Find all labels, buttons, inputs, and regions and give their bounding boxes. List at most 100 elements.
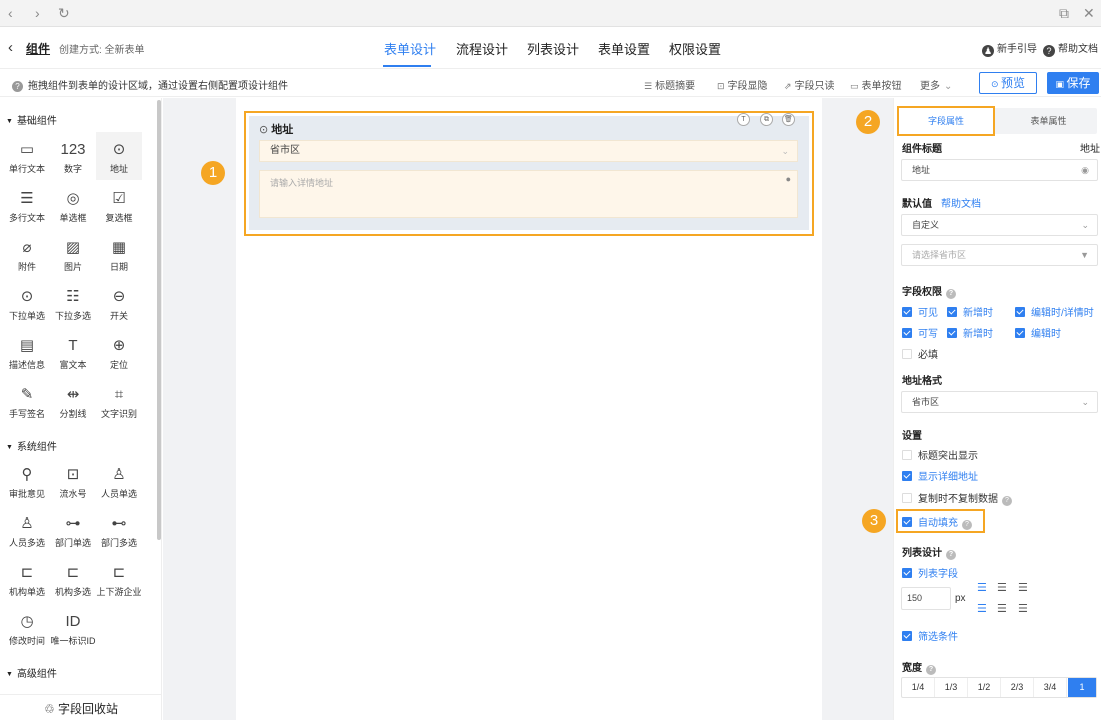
perm-writable-new-checkbox[interactable]: 新增时	[947, 325, 993, 340]
component-basic-0[interactable]: ▭ 单行文本	[4, 132, 50, 180]
width-option[interactable]: 2/3	[1001, 678, 1034, 697]
guide-link[interactable]: ♟ 新手引导	[982, 40, 1037, 57]
left-scrollbar[interactable]	[157, 100, 161, 540]
component-label: 上下游企业	[96, 587, 142, 597]
delete-field-icon[interactable]: 🗑	[782, 113, 795, 126]
component-system-1[interactable]: ⊡ 流水号	[50, 457, 96, 505]
save-button[interactable]: ▣ 保存	[1047, 72, 1099, 94]
recycle-bin-button[interactable]: ♲ 字段回收站	[0, 694, 162, 720]
no-copy-checkbox[interactable]: 复制时不复制数据?	[902, 490, 1012, 506]
detail-address-textarea[interactable]: 请输入详情地址 ●	[259, 170, 798, 218]
field-readonly-button[interactable]: ⇗ 字段只读	[784, 77, 835, 92]
component-label: 图片	[63, 262, 82, 272]
component-basic-11[interactable]: ⊖ 开关	[96, 279, 142, 327]
component-basic-12[interactable]: ▤ 描述信息	[4, 328, 50, 376]
form-buttons-button[interactable]: ▭ 表单按钮	[850, 77, 902, 92]
tab-field-properties[interactable]: 字段属性	[897, 106, 995, 136]
back-arrow-icon[interactable]: ‹	[8, 39, 13, 56]
help-doc-link[interactable]: 帮助文档	[941, 195, 981, 210]
highlight-title-checkbox[interactable]: 标题突出显示	[902, 447, 978, 462]
width-option[interactable]: 1/3	[935, 678, 968, 697]
component-system-7[interactable]: ⊏ 机构多选	[50, 555, 96, 603]
text-tool-icon[interactable]: T	[737, 113, 750, 126]
component-basic-16[interactable]: ⇹ 分割线	[50, 377, 96, 425]
component-basic-8[interactable]: ▦ 日期	[96, 230, 142, 278]
copy-field-icon[interactable]: ⧉	[760, 113, 773, 126]
component-system-5[interactable]: ⊷ 部门多选	[96, 506, 142, 554]
component-system-6[interactable]: ⊏ 机构单选	[4, 555, 50, 603]
component-basic-15[interactable]: ✎ 手写签名	[4, 377, 50, 425]
browser-reload-icon[interactable]: ↻	[58, 5, 70, 21]
settings-label: 设置	[902, 431, 922, 442]
window-close-icon[interactable]: ✕	[1083, 5, 1095, 21]
tab-flow-design[interactable]: 流程设计	[456, 39, 508, 58]
component-system-3[interactable]: ♙ 人员多选	[4, 506, 50, 554]
perm-edit-detail-checkbox[interactable]: 编辑时/详情时	[1015, 304, 1094, 319]
header-align-left-icon[interactable]: ☰	[977, 602, 987, 615]
eye-icon[interactable]: ◉	[1081, 160, 1089, 180]
component-basic-17[interactable]: ⌗ 文字识别	[96, 377, 142, 425]
perm-visible-checkbox[interactable]: 可见	[902, 304, 938, 319]
region-select[interactable]: 省市区 ⌄	[259, 140, 798, 162]
preview-button[interactable]: ⊙ 预览	[979, 72, 1037, 94]
more-dropdown[interactable]: 更多 ⌄	[920, 77, 952, 92]
column-width-input[interactable]: 150	[901, 587, 951, 610]
component-system-8[interactable]: ⊏ 上下游企业	[96, 555, 142, 603]
perm-writable-checkbox[interactable]: 可写	[902, 325, 938, 340]
component-icon: ✎	[20, 386, 34, 403]
tab-permission-settings[interactable]: 权限设置	[669, 39, 721, 58]
browser-back-icon[interactable]: ‹	[8, 5, 13, 21]
section-advanced[interactable]: ▼ 高级组件	[6, 665, 57, 680]
filter-checkbox[interactable]: 筛选条件	[902, 628, 958, 643]
page-title[interactable]: 组件	[26, 40, 50, 57]
title-summary-button[interactable]: ☰ 标题摘要	[644, 77, 695, 92]
width-option[interactable]: 1/2	[968, 678, 1001, 697]
section-system[interactable]: ▼ 系统组件	[6, 438, 57, 453]
section-basic[interactable]: ▼ 基础组件	[6, 112, 57, 127]
component-system-2[interactable]: ♙ 人员单选	[96, 457, 142, 505]
perm-edit-checkbox[interactable]: 编辑时	[1015, 325, 1061, 340]
component-basic-1[interactable]: 123 数字	[50, 132, 96, 180]
browser-forward-icon[interactable]: ›	[35, 5, 40, 21]
tab-list-design[interactable]: 列表设计	[527, 39, 579, 58]
align-left-icon[interactable]: ☰	[977, 581, 987, 594]
width-option[interactable]: 1/4	[902, 678, 935, 697]
width-option[interactable]: 3/4	[1034, 678, 1067, 697]
default-region-select[interactable]: 请选择省市区 ▼	[901, 244, 1098, 266]
component-basic-13[interactable]: T 富文本	[50, 328, 96, 376]
header-align-center-icon[interactable]: ☰	[997, 602, 1007, 615]
component-basic-5[interactable]: ☑ 复选框	[96, 181, 142, 229]
component-basic-3[interactable]: ☰ 多行文本	[4, 181, 50, 229]
component-system-0[interactable]: ⚲ 审批意见	[4, 457, 50, 505]
format-select[interactable]: 省市区 ⌄	[901, 391, 1098, 413]
component-system-10[interactable]: ID 唯一标识ID	[50, 604, 96, 652]
field-display-button[interactable]: ⊡ 字段显隐	[717, 77, 768, 92]
component-basic-4[interactable]: ◎ 单选框	[50, 181, 96, 229]
align-center-icon[interactable]: ☰	[997, 581, 1007, 594]
component-basic-2[interactable]: ⊙ 地址	[96, 132, 142, 180]
component-basic-9[interactable]: ⊙ 下拉单选	[4, 279, 50, 327]
title-input[interactable]: 地址 ◉	[901, 159, 1098, 181]
component-basic-6[interactable]: ⌀ 附件	[4, 230, 50, 278]
app-header: ‹ 组件 创建方式: 全新表单 表单设计 流程设计 列表设计 表单设置 权限设置…	[0, 27, 1101, 69]
perm-new-checkbox[interactable]: 新增时	[947, 304, 993, 319]
perm-label: 字段权限?	[902, 283, 956, 299]
tab-form-properties[interactable]: 表单属性	[1000, 108, 1097, 134]
copy-icon[interactable]: ⧉	[1059, 5, 1069, 21]
component-label: 附件	[17, 262, 36, 272]
component-basic-10[interactable]: ☷ 下拉多选	[50, 279, 96, 327]
tab-form-settings[interactable]: 表单设置	[598, 39, 650, 58]
header-align-right-icon[interactable]: ☰	[1018, 602, 1028, 615]
component-system-9[interactable]: ◷ 修改时间	[4, 604, 50, 652]
width-option-selected[interactable]: 1	[1068, 678, 1096, 697]
docs-link[interactable]: ? 帮助文档	[1043, 40, 1098, 57]
component-system-4[interactable]: ⊶ 部门单选	[50, 506, 96, 554]
perm-required-checkbox[interactable]: 必填	[902, 346, 938, 361]
component-basic-14[interactable]: ⊕ 定位	[96, 328, 142, 376]
align-right-icon[interactable]: ☰	[1018, 581, 1028, 594]
tab-form-design[interactable]: 表单设计	[384, 39, 436, 58]
show-detail-checkbox[interactable]: 显示详细地址	[902, 468, 978, 483]
default-mode-select[interactable]: 自定义 ⌄	[901, 214, 1098, 236]
component-basic-7[interactable]: ▨ 图片	[50, 230, 96, 278]
list-field-checkbox[interactable]: 列表字段	[902, 565, 958, 580]
